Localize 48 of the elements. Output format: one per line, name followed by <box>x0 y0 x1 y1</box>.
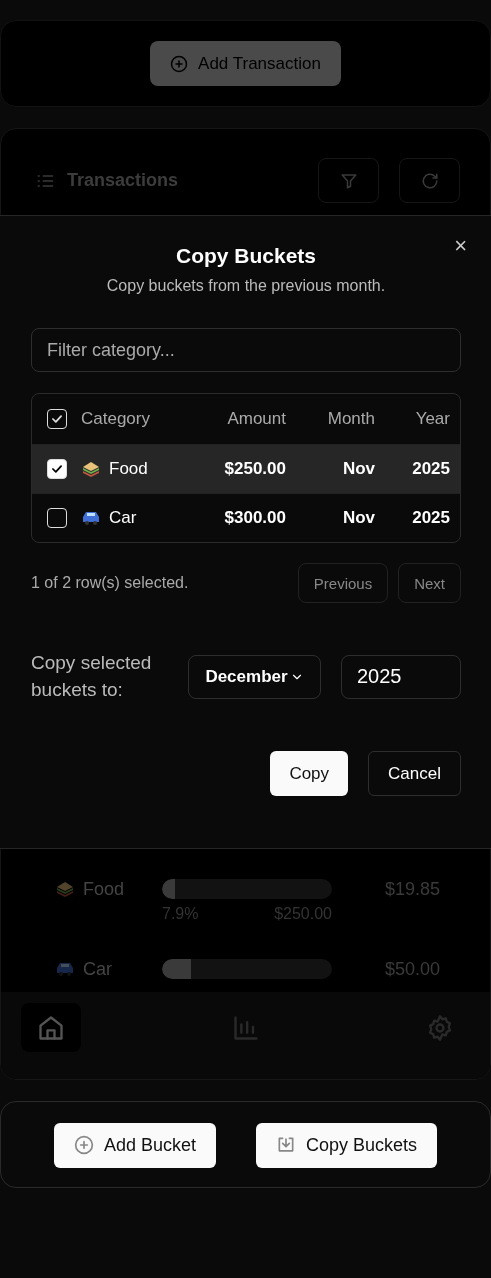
check-icon <box>49 412 64 426</box>
sandwich-icon <box>55 879 75 899</box>
bar-chart-icon <box>231 1013 260 1042</box>
field-label: Copy selected buckets to: <box>31 651 153 702</box>
bucket-name: Car <box>83 958 112 980</box>
dialog-subtitle: Copy buckets from the previous month. <box>105 277 387 295</box>
check-icon <box>49 462 64 476</box>
table-cell-text: Nov <box>341 508 375 528</box>
cancel-button[interactable]: Cancel <box>368 751 461 797</box>
column-header: Year <box>414 409 450 429</box>
filter-field[interactable]: Filter category... <box>31 328 461 372</box>
column-header: Month <box>326 409 375 429</box>
section-title: Transactions <box>67 170 179 191</box>
filter-icon <box>339 171 358 190</box>
table-cell-text: 2025 <box>411 459 450 479</box>
table-cell: Food <box>109 459 148 479</box>
table-cell-text: 2025 <box>411 508 450 528</box>
add-bucket-button[interactable]: Add Bucket <box>53 1122 216 1168</box>
column-header: Category <box>81 409 151 429</box>
year-field[interactable]: 2025 <box>341 654 461 699</box>
month-select[interactable]: December <box>188 654 321 699</box>
nav-tab[interactable] <box>21 1003 81 1052</box>
sandwich-icon <box>81 459 101 479</box>
bucket-name: Food <box>83 878 125 900</box>
plus-circle-icon <box>73 1135 94 1155</box>
copy-buckets-button[interactable]: Copy Buckets <box>256 1122 438 1168</box>
home-icon <box>37 1013 65 1042</box>
checkbox[interactable] <box>46 459 67 479</box>
pager-button[interactable]: Previous <box>297 563 389 603</box>
table-cell-text: $250.00 <box>223 459 286 479</box>
copy-button[interactable]: Copy <box>270 751 349 797</box>
table-cell-text: Nov <box>341 459 375 479</box>
settings-icon <box>426 1013 454 1042</box>
selection-count: 1 of 2 row(s) selected. <box>31 574 190 592</box>
refresh-icon <box>420 171 439 190</box>
dialog-title: Copy Buckets <box>174 244 317 268</box>
plus-circle-icon <box>170 54 189 73</box>
spent-amount: $19.85 <box>383 878 440 901</box>
table-cell-text: $300.00 <box>223 508 286 528</box>
checkbox[interactable] <box>46 508 67 528</box>
pager-button[interactable]: Next <box>398 563 461 603</box>
column-header: Amount <box>226 409 286 429</box>
close-button[interactable]: × <box>450 234 471 258</box>
filter-button[interactable] <box>318 158 379 203</box>
checkbox[interactable] <box>46 409 67 429</box>
download-tray-icon <box>276 1135 296 1155</box>
table-cell: Car <box>109 508 137 528</box>
spent-amount: $50.00 <box>383 958 440 981</box>
